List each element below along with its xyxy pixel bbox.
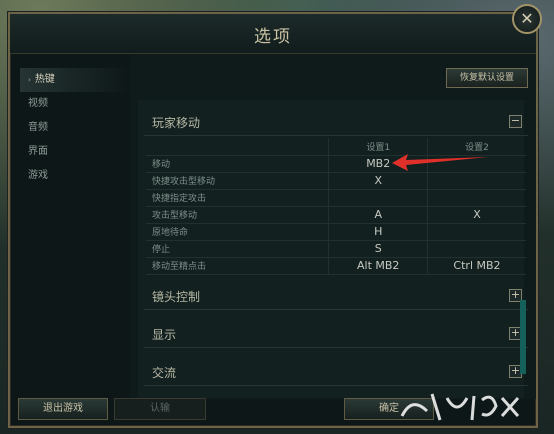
action-label: 攻击型移动	[146, 206, 329, 224]
sidebar-item-label: 音频	[28, 122, 48, 133]
hotkeys-panel: 恢复默认设置 玩家移动 − 设置1 设置2 移动 MB2 快捷攻击型移动 X 快…	[130, 54, 536, 399]
table-header-action	[146, 138, 329, 156]
table-row: 快捷攻击型移动 X	[146, 172, 526, 190]
surrender-button[interactable]: 认输	[114, 398, 206, 420]
sidebar-item-game[interactable]: 游戏	[20, 164, 130, 188]
sidebar-item-video[interactable]: 视频	[20, 92, 130, 116]
sidebar-item-label: 游戏	[28, 170, 48, 181]
section-title: 交流	[152, 366, 177, 380]
key-slot-2[interactable]: X	[426, 206, 526, 224]
collapse-icon[interactable]: −	[509, 115, 522, 128]
table-row: 快捷指定攻击	[146, 189, 526, 207]
close-button[interactable]: ✕	[512, 4, 542, 34]
section-title: 玩家移动	[152, 116, 201, 130]
options-window: 选项 › 热键 视频 音频 界面 游戏 恢复默认设置 玩家移动 − 设置1 设置2	[8, 12, 538, 428]
section-display[interactable]: 显示 +	[144, 322, 528, 348]
key-slot-2[interactable]	[426, 223, 526, 241]
table-row: 停止 S	[146, 240, 526, 258]
sidebar-item-label: 界面	[28, 146, 48, 157]
sidebar-item-label: 视频	[28, 98, 48, 109]
action-label: 快捷指定攻击	[146, 189, 329, 207]
key-slot-2[interactable]: Ctrl MB2	[426, 257, 526, 275]
key-slot-1[interactable]	[328, 189, 428, 207]
hotkey-list: 玩家移动 − 设置1 设置2 移动 MB2 快捷攻击型移动 X 快捷指定攻击 攻…	[138, 100, 528, 398]
scrollbar-thumb[interactable]	[520, 300, 526, 374]
table-row: 攻击型移动 A X	[146, 206, 526, 224]
key-slot-1[interactable]: A	[328, 206, 428, 224]
key-slot-1[interactable]: Alt MB2	[328, 257, 428, 275]
key-slot-1[interactable]: H	[328, 223, 428, 241]
sidebar-item-audio[interactable]: 音频	[20, 116, 130, 140]
action-label: 停止	[146, 240, 329, 258]
key-slot-1[interactable]: X	[328, 172, 428, 190]
key-slot-2[interactable]	[426, 172, 526, 190]
action-label: 移动	[146, 155, 329, 173]
chevron-right-icon: ›	[28, 76, 31, 84]
action-label: 快捷攻击型移动	[146, 172, 329, 190]
restore-defaults-button[interactable]: 恢复默认设置	[446, 68, 528, 88]
table-row: 移动至精点击 Alt MB2 Ctrl MB2	[146, 257, 526, 275]
sidebar-item-label: 热键	[34, 74, 55, 85]
key-slot-2[interactable]	[426, 240, 526, 258]
exit-game-button[interactable]: 退出游戏	[18, 398, 108, 420]
sidebar-item-interface[interactable]: 界面	[20, 140, 130, 164]
table-row: 原地待命 H	[146, 223, 526, 241]
window-title: 选项	[254, 27, 292, 47]
key-slot-1[interactable]: S	[328, 240, 428, 258]
section-title: 显示	[152, 328, 177, 342]
title-bar: 选项	[10, 14, 536, 54]
section-player-movement[interactable]: 玩家移动 −	[144, 110, 528, 136]
action-label: 移动至精点击	[146, 257, 329, 275]
action-label: 原地待命	[146, 223, 329, 241]
section-title: 镜头控制	[152, 290, 201, 304]
annotation-arrow-icon	[392, 154, 488, 171]
sidebar-item-hotkeys[interactable]: › 热键	[20, 68, 130, 92]
sidebar: › 热键 视频 音频 界面 游戏	[20, 68, 130, 398]
key-slot-2[interactable]	[426, 189, 526, 207]
section-camera-control[interactable]: 镜头控制 +	[144, 284, 528, 310]
watermark-logo-icon	[400, 393, 520, 421]
section-communication[interactable]: 交流 +	[144, 360, 528, 386]
